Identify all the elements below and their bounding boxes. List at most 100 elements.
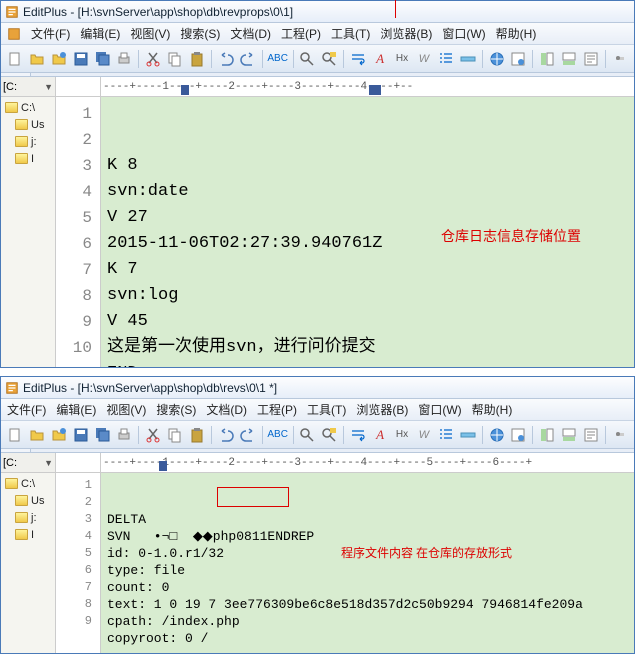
folder-item[interactable]: Us [1, 492, 55, 509]
browser-button[interactable] [487, 424, 507, 446]
print-button[interactable] [115, 48, 135, 70]
new-file-button[interactable] [5, 424, 25, 446]
preview-button[interactable] [508, 424, 528, 446]
folder-item[interactable]: I [1, 150, 55, 167]
paste-button[interactable] [187, 424, 207, 446]
whitespace-button[interactable]: W [414, 48, 434, 70]
titlebar[interactable]: EditPlus - [H:\svnServer\app\shop\db\rev… [1, 377, 634, 399]
chevron-down-icon: ▼ [44, 82, 53, 92]
linenumber-button[interactable] [436, 424, 456, 446]
code-content[interactable]: K 8svn:dateV 272015-11-06T02:27:39.94076… [101, 97, 634, 367]
save-button[interactable] [71, 48, 91, 70]
folder-item[interactable]: I [1, 526, 55, 543]
hex-button[interactable]: Hx [392, 424, 412, 446]
spellcheck-button[interactable]: ABC [267, 424, 289, 446]
paste-button[interactable] [187, 48, 207, 70]
menu-browser[interactable]: 浏览器(B) [380, 25, 432, 42]
folder-tree[interactable]: C:\ Us j: I [1, 97, 55, 367]
separator [293, 50, 294, 68]
open-remote-button[interactable] [49, 424, 69, 446]
font-button[interactable]: A [370, 424, 390, 446]
view-dir-button[interactable] [537, 48, 557, 70]
print-button[interactable] [115, 424, 135, 446]
open-button[interactable] [27, 48, 47, 70]
menu-file[interactable]: 文件(F) [31, 25, 70, 42]
menu-window[interactable]: 窗口(W) [442, 25, 485, 42]
whitespace-button[interactable]: W [414, 424, 434, 446]
menu-edit[interactable]: 编辑(E) [56, 401, 96, 418]
font-button[interactable]: A [370, 48, 390, 70]
copy-button[interactable] [165, 48, 185, 70]
body-area: [C:▼ C:\ Us j: I ----+----1----+----2---… [1, 453, 634, 653]
menu-file[interactable]: 文件(F) [7, 401, 46, 418]
folder-item[interactable]: C:\ [1, 99, 55, 116]
new-file-button[interactable] [5, 48, 25, 70]
code-line: DELTA [107, 511, 628, 528]
browser-button[interactable] [487, 48, 507, 70]
cut-button[interactable] [143, 48, 163, 70]
save-all-button[interactable] [93, 48, 113, 70]
view-output-button[interactable] [559, 48, 579, 70]
folder-icon [15, 512, 28, 523]
separator [138, 50, 139, 68]
menu-project[interactable]: 工程(P) [257, 401, 297, 418]
menu-browser[interactable]: 浏览器(B) [356, 401, 408, 418]
toolbar: ABC A Hx W [1, 45, 634, 73]
folder-item[interactable]: Us [1, 116, 55, 133]
menu-document[interactable]: 文档(D) [206, 401, 247, 418]
linenumber-button[interactable] [436, 48, 456, 70]
preview-button[interactable] [508, 48, 528, 70]
cut-button[interactable] [143, 424, 163, 446]
menu-help[interactable]: 帮助(H) [472, 401, 513, 418]
menu-view[interactable]: 视图(V) [130, 25, 170, 42]
open-remote-button[interactable] [49, 48, 69, 70]
folder-item[interactable]: C:\ [1, 475, 55, 492]
copy-button[interactable] [165, 424, 185, 446]
menu-tools[interactable]: 工具(T) [331, 25, 370, 42]
titlebar[interactable]: EditPlus - [H:\svnServer\app\shop\db\rev… [1, 1, 634, 23]
wordwrap-button[interactable] [348, 48, 368, 70]
menu-tools[interactable]: 工具(T) [307, 401, 346, 418]
folder-item[interactable]: j: [1, 509, 55, 526]
view-cliptext-button[interactable] [581, 48, 601, 70]
view-cliptext-button[interactable] [581, 424, 601, 446]
ruler-button[interactable] [458, 424, 478, 446]
view-dir-button[interactable] [537, 424, 557, 446]
undo-button[interactable] [216, 424, 236, 446]
doc-tab[interactable] [1, 73, 31, 76]
menu-help[interactable]: 帮助(H) [496, 25, 537, 42]
hex-button[interactable]: Hx [392, 48, 412, 70]
menu-document[interactable]: 文档(D) [230, 25, 271, 42]
separator [262, 50, 263, 68]
settings-button[interactable] [610, 48, 630, 70]
doc-tab[interactable] [1, 449, 31, 452]
find-files-button[interactable] [319, 48, 339, 70]
find-button[interactable] [298, 48, 318, 70]
save-all-button[interactable] [93, 424, 113, 446]
spellcheck-button[interactable]: ABC [267, 48, 289, 70]
redo-button[interactable] [238, 424, 258, 446]
app-icon [5, 5, 19, 19]
menu-window[interactable]: 窗口(W) [418, 401, 461, 418]
wordwrap-button[interactable] [348, 424, 368, 446]
drive-selector[interactable]: [C:▼ [1, 453, 55, 473]
menu-project[interactable]: 工程(P) [281, 25, 321, 42]
drive-selector[interactable]: [C:▼ [1, 77, 55, 97]
redo-button[interactable] [238, 48, 258, 70]
code-content[interactable]: DELTASVN •¬□ ◆◆php0811ENDREPid: 0-1.0.r1… [101, 473, 634, 653]
menu-view[interactable]: 视图(V) [106, 401, 146, 418]
menu-edit[interactable]: 编辑(E) [80, 25, 120, 42]
view-output-button[interactable] [559, 424, 579, 446]
ruler-button[interactable] [458, 48, 478, 70]
folder-item[interactable]: j: [1, 133, 55, 150]
menu-search[interactable]: 搜索(S) [156, 401, 196, 418]
save-button[interactable] [71, 424, 91, 446]
menu-search[interactable]: 搜索(S) [180, 25, 220, 42]
folder-tree[interactable]: C:\ Us j: I [1, 473, 55, 653]
undo-button[interactable] [216, 48, 236, 70]
find-files-button[interactable] [319, 424, 339, 446]
open-button[interactable] [27, 424, 47, 446]
settings-button[interactable] [610, 424, 630, 446]
ruler-gutter [56, 77, 101, 96]
find-button[interactable] [298, 424, 318, 446]
